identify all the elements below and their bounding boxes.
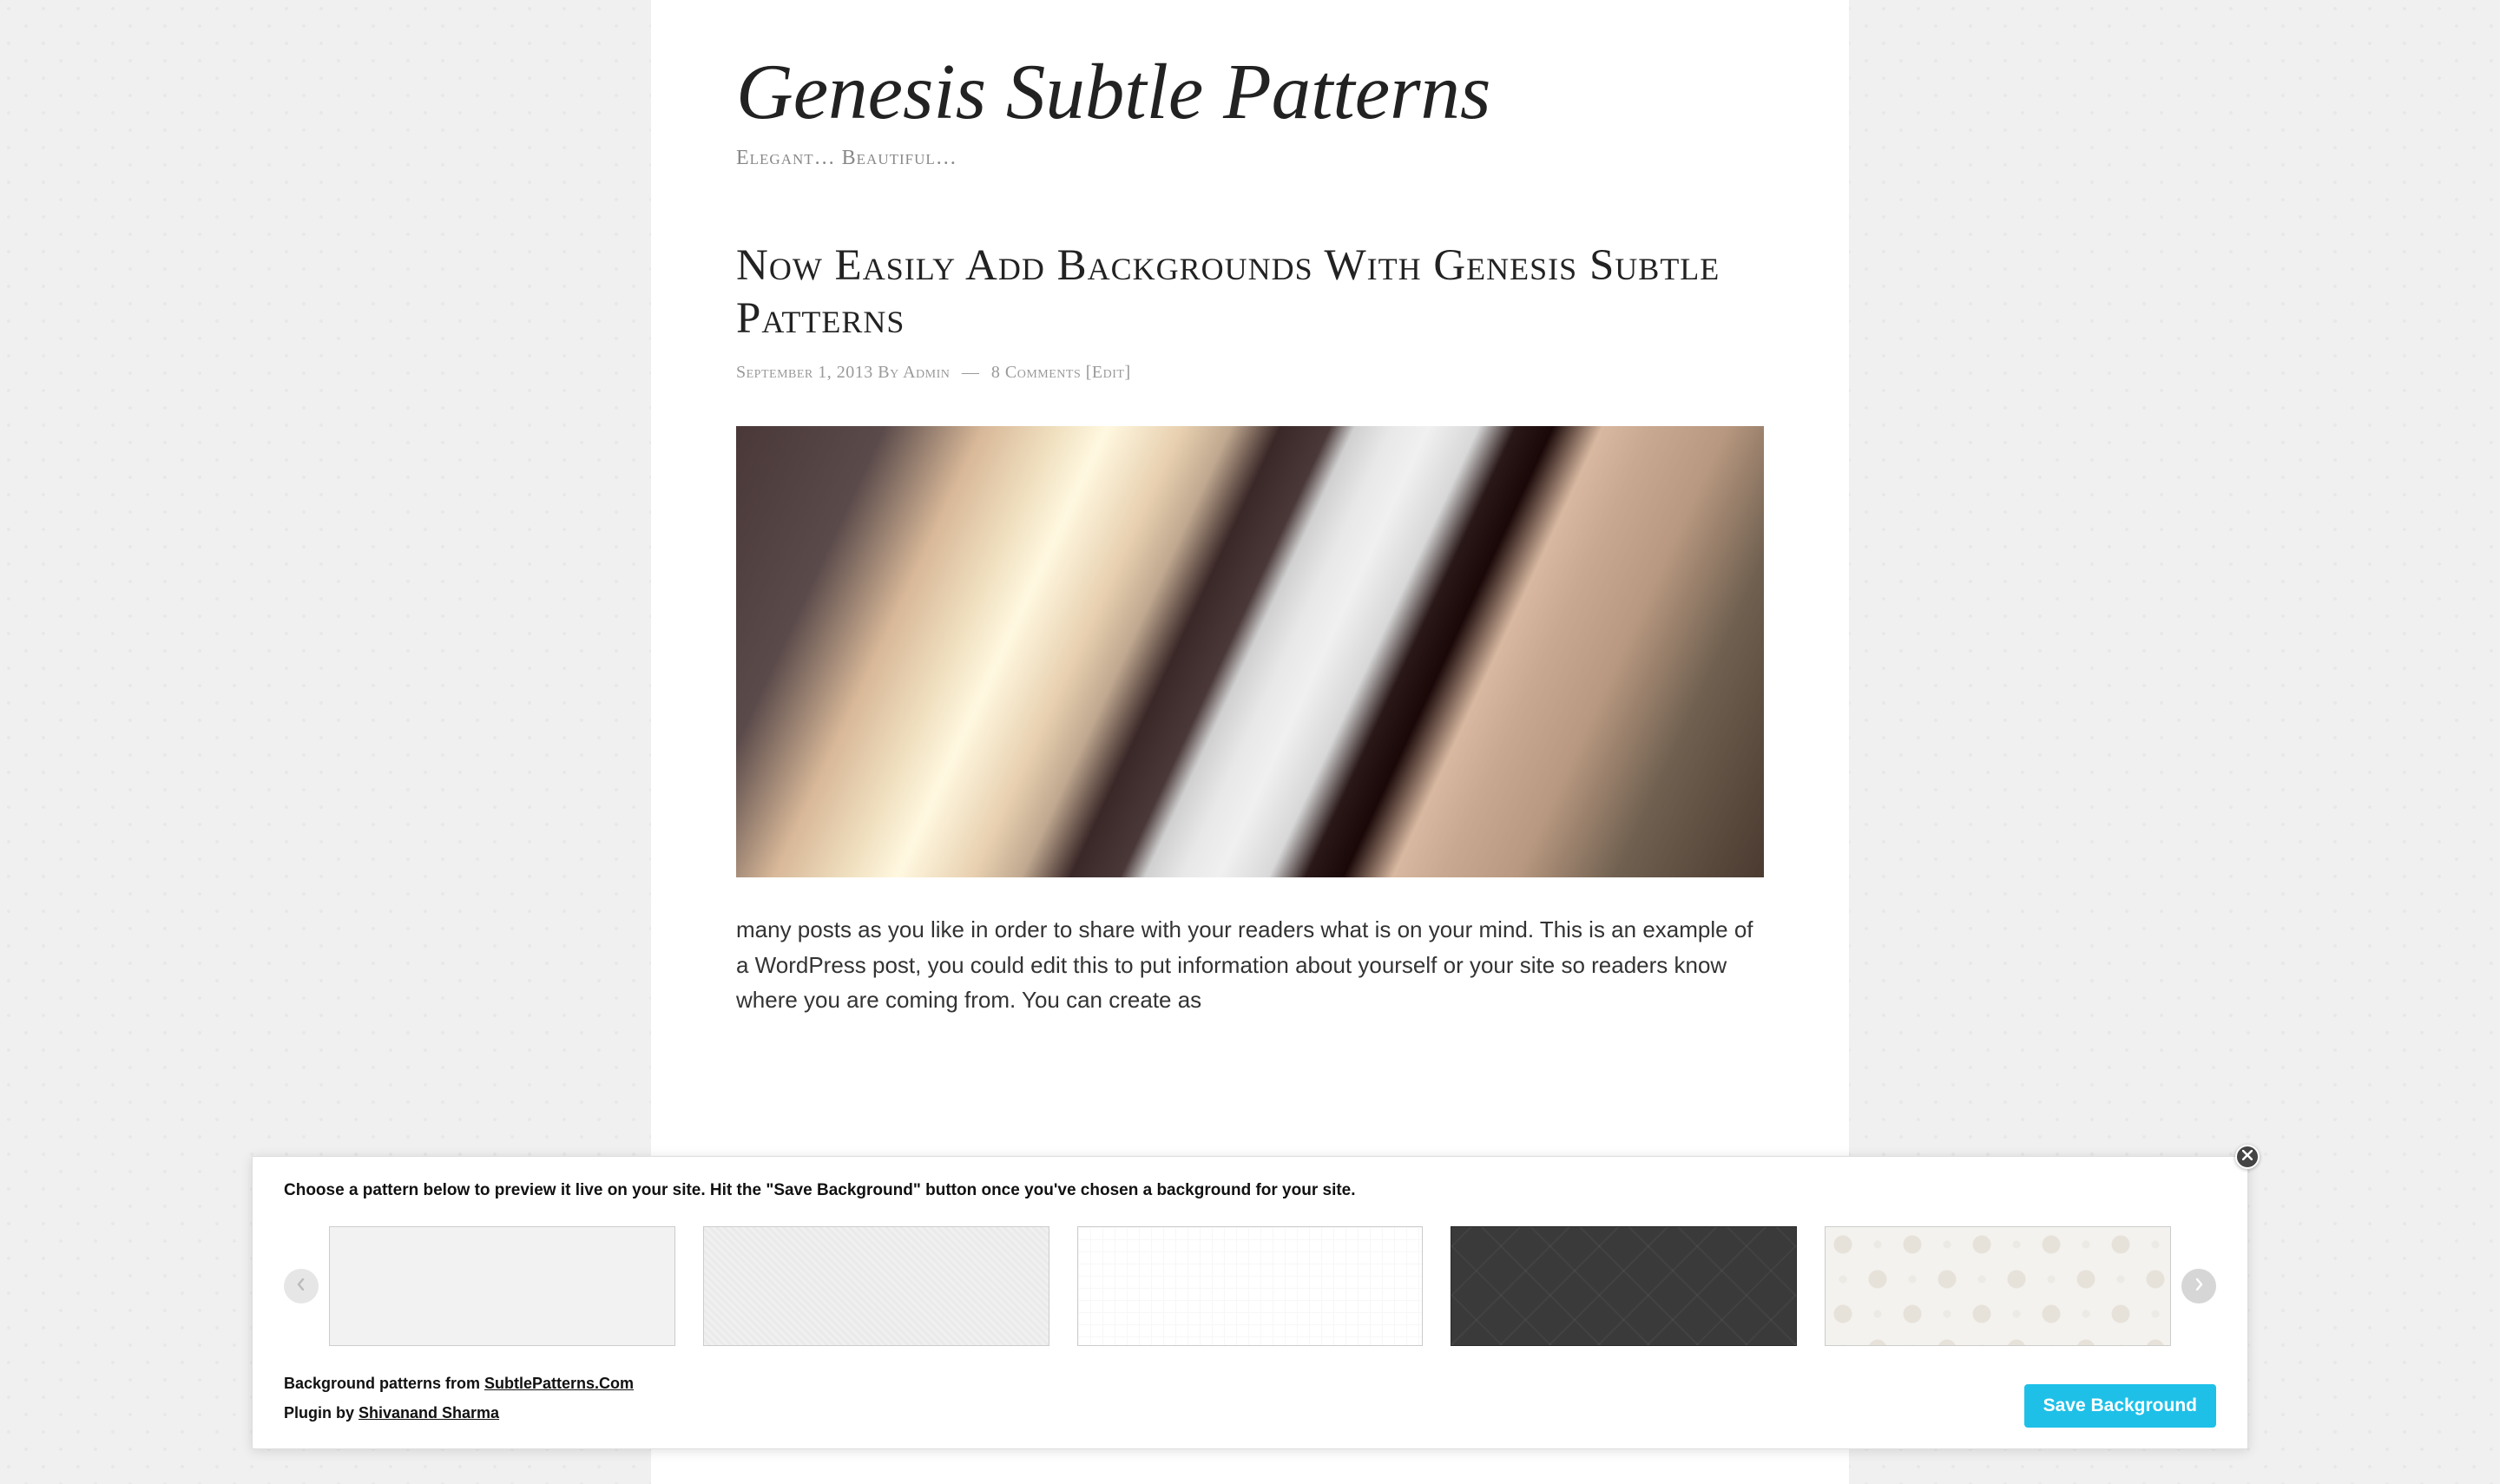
pattern-swatch[interactable] (703, 1226, 1049, 1346)
post-date: September 1, 2013 (736, 363, 873, 382)
save-background-button[interactable]: Save Background (2024, 1384, 2216, 1428)
subtlepatterns-link[interactable]: SubtlePatterns.Com (484, 1375, 634, 1392)
post-body: many posts as you like in order to share… (736, 912, 1764, 1017)
close-button[interactable] (2235, 1145, 2260, 1169)
pattern-swatch[interactable] (329, 1226, 675, 1346)
close-icon (2242, 1149, 2253, 1165)
chevron-right-icon (2193, 1278, 2205, 1293)
meta-separator: — (962, 363, 980, 382)
panel-credits: Background patterns from SubtlePatterns.… (284, 1369, 634, 1428)
byline-prefix: By (878, 363, 898, 382)
edit-link[interactable]: [Edit] (1086, 363, 1131, 382)
pattern-swatch[interactable] (1825, 1226, 2171, 1346)
pattern-carousel (284, 1226, 2216, 1346)
pattern-picker-panel: Choose a pattern below to preview it liv… (252, 1156, 2248, 1449)
carousel-next-button[interactable] (2181, 1269, 2216, 1303)
carousel-prev-button[interactable] (284, 1269, 319, 1303)
pattern-swatch[interactable] (1077, 1226, 1424, 1346)
credits-prefix: Background patterns from (284, 1375, 484, 1392)
site-tagline: Elegant… Beautiful… (736, 147, 1764, 170)
post-title[interactable]: Now Easily Add Backgrounds With Genesis … (736, 240, 1764, 345)
post-hero-image (736, 426, 1764, 877)
plugin-author-prefix: Plugin by (284, 1404, 359, 1422)
post-author-link[interactable]: Admin (903, 363, 950, 382)
pattern-swatch[interactable] (1451, 1226, 1797, 1346)
site-title: Genesis Subtle Patterns (736, 52, 1764, 131)
panel-footer: Background patterns from SubtlePatterns.… (284, 1369, 2216, 1428)
comments-link[interactable]: 8 Comments (991, 363, 1081, 382)
swatch-list (329, 1226, 2171, 1346)
panel-instructions: Choose a pattern below to preview it liv… (284, 1181, 2216, 1200)
post-meta: September 1, 2013 By Admin — 8 Comments … (736, 363, 1764, 383)
plugin-author-link[interactable]: Shivanand Sharma (359, 1404, 499, 1422)
chevron-left-icon (295, 1278, 307, 1293)
